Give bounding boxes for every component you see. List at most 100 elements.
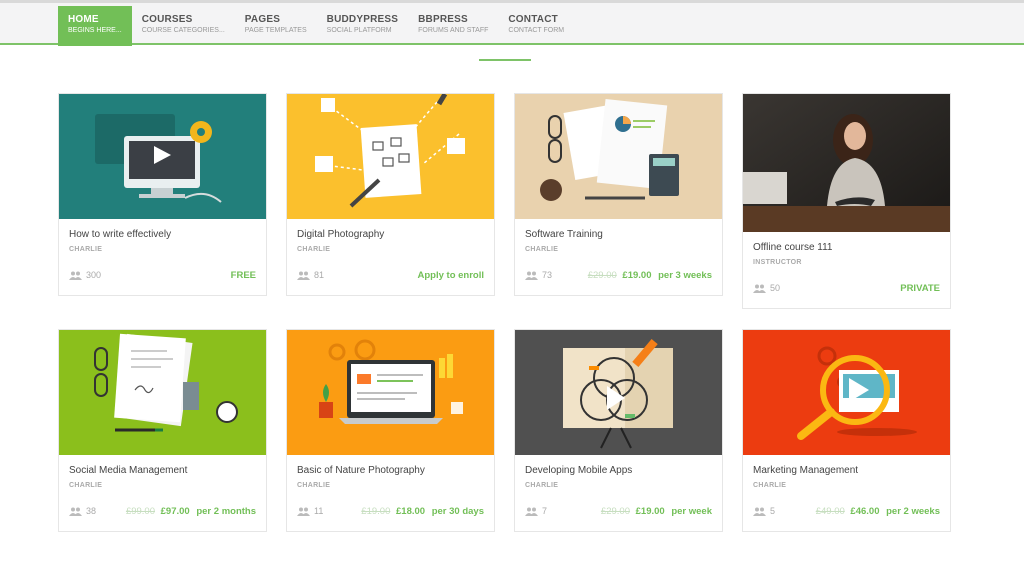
course-price: £99.00 £97.00 per 2 months — [126, 506, 256, 517]
course-thumbnail[interactable] — [287, 94, 494, 219]
course-title[interactable]: Developing Mobile Apps — [525, 465, 712, 476]
student-count-value: 81 — [314, 270, 325, 280]
course-card[interactable]: Marketing Management CHARLIE 5 £49.00 £4… — [742, 329, 951, 532]
original-price: £49.00 — [815, 505, 845, 517]
paper-glasses-illustration — [59, 330, 266, 455]
price-period: per 2 weeks — [886, 505, 940, 517]
course-meta: 11 £19.00 £18.00 per 30 days — [297, 504, 484, 518]
course-title[interactable]: Offline course 111 — [753, 242, 940, 253]
nav-item-buddypress[interactable]: BUDDYPRESS SOCIAL PLATFORM — [317, 6, 408, 46]
course-card[interactable]: Social Media Management CHARLIE 38 £99.0… — [58, 329, 267, 532]
student-count: 50 — [753, 283, 780, 293]
private-label: PRIVATE — [900, 282, 940, 294]
course-card[interactable]: Basic of Nature Photography CHARLIE 11 £… — [286, 329, 495, 532]
course-author[interactable]: CHARLIE — [297, 482, 484, 489]
course-card[interactable]: Offline course 111 INSTRUCTOR 50 PRIVATE — [742, 93, 951, 309]
course-meta: 81 Apply to enroll — [297, 268, 484, 282]
student-count: 38 — [69, 506, 96, 516]
sale-price: £97.00 — [160, 505, 190, 517]
course-meta: 5 £49.00 £46.00 per 2 weeks — [753, 504, 940, 518]
nav-subtitle: FORUMS AND STAFF — [418, 27, 489, 34]
nav-label: CONTACT — [508, 14, 558, 25]
sale-price: £19.00 — [635, 505, 665, 517]
students-icon — [525, 507, 538, 516]
student-count: 300 — [69, 270, 101, 280]
course-author[interactable]: CHARLIE — [525, 482, 712, 489]
course-title[interactable]: Software Training — [525, 229, 712, 240]
price-period: per week — [671, 505, 712, 517]
easel-venn-illustration — [515, 330, 722, 455]
sale-price: £18.00 — [396, 505, 426, 517]
students-icon — [753, 284, 766, 293]
nav-subtitle: PAGE TEMPLATES — [244, 27, 307, 34]
course-card[interactable]: How to write effectively CHARLIE 300 FRE… — [58, 93, 267, 296]
woman-tablet-photo — [743, 94, 950, 232]
nav-item-courses[interactable]: COURSES COURSE CATEGORIES... — [132, 6, 235, 46]
course-price: £29.00 £19.00 per 3 weeks — [588, 270, 712, 281]
course-title[interactable]: Social Media Management — [69, 465, 256, 476]
students-icon — [69, 271, 82, 280]
course-author[interactable]: CHARLIE — [753, 482, 940, 489]
students-icon — [525, 271, 538, 280]
course-thumbnail[interactable] — [59, 94, 266, 219]
students-icon — [297, 271, 310, 280]
nav-subtitle: BEGINS HERE... — [68, 27, 122, 34]
original-price: £19.00 — [361, 505, 391, 517]
course-meta: 73 £29.00 £19.00 per 3 weeks — [525, 268, 712, 282]
original-price: £99.00 — [125, 505, 155, 517]
course-title[interactable]: Digital Photography — [297, 229, 484, 240]
apply-to-enroll-link[interactable]: Apply to enroll — [418, 270, 485, 281]
course-thumbnail[interactable] — [515, 330, 722, 455]
course-title[interactable]: Marketing Management — [753, 465, 940, 476]
course-meta: 7 £29.00 £19.00 per week — [525, 504, 712, 518]
student-count: 81 — [297, 270, 324, 280]
student-count: 11 — [297, 506, 323, 516]
course-card[interactable]: Digital Photography CHARLIE 81 Apply to … — [286, 93, 495, 296]
course-card[interactable]: Developing Mobile Apps CHARLIE 7 £29.00 … — [514, 329, 723, 532]
course-price: PRIVATE — [900, 283, 940, 294]
nav-item-contact[interactable]: CONTACT CONTACT FORM — [498, 6, 574, 46]
sketch-diagram-illustration — [287, 94, 494, 219]
laptop-code-illustration — [287, 330, 494, 455]
price-period: per 2 months — [196, 505, 256, 517]
student-count-value: 7 — [542, 506, 548, 516]
course-thumbnail[interactable] — [743, 330, 950, 455]
course-meta: 300 FREE — [69, 268, 256, 282]
course-title[interactable]: Basic of Nature Photography — [297, 465, 484, 476]
course-meta: 38 £99.00 £97.00 per 2 months — [69, 504, 256, 518]
sale-price: £19.00 — [622, 269, 652, 281]
nav-item-home[interactable]: HOME BEGINS HERE... — [58, 6, 132, 46]
students-icon — [753, 507, 766, 516]
nav-item-bbpress[interactable]: BBPRESS FORUMS AND STAFF — [408, 6, 498, 46]
course-thumbnail[interactable] — [287, 330, 494, 455]
course-price[interactable]: Apply to enroll — [418, 270, 485, 281]
course-card[interactable]: Software Training CHARLIE 73 £29.00 £19.… — [514, 93, 723, 296]
students-icon — [69, 507, 82, 516]
course-author[interactable]: CHARLIE — [525, 246, 712, 253]
student-count: 73 — [525, 270, 552, 280]
course-author[interactable]: INSTRUCTOR — [753, 259, 940, 266]
nav-subtitle: CONTACT FORM — [508, 27, 565, 34]
student-count-value: 38 — [86, 506, 97, 516]
course-author[interactable]: CHARLIE — [297, 246, 484, 253]
original-price: £29.00 — [587, 269, 617, 281]
monitor-gear-illustration — [59, 94, 266, 219]
price-value: FREE — [230, 269, 256, 281]
desk-documents-illustration — [515, 94, 722, 219]
sale-price: £46.00 — [850, 505, 880, 517]
course-thumbnail[interactable] — [743, 94, 950, 232]
course-thumbnail[interactable] — [59, 330, 266, 455]
course-author[interactable]: CHARLIE — [69, 482, 256, 489]
main-menu: HOME BEGINS HERE... COURSES COURSE CATEG… — [58, 6, 574, 46]
top-navigation-bar: HOME BEGINS HERE... COURSES COURSE CATEG… — [0, 0, 1024, 46]
original-price: £29.00 — [600, 505, 630, 517]
course-title[interactable]: How to write effectively — [69, 229, 256, 240]
student-count-value: 5 — [770, 506, 776, 516]
nav-label: HOME — [68, 14, 99, 25]
student-count-value: 50 — [770, 283, 781, 293]
nav-item-pages[interactable]: PAGES PAGE TEMPLATES — [235, 6, 317, 46]
price-period: per 3 weeks — [658, 269, 712, 281]
nav-label: BBPRESS — [418, 14, 468, 25]
course-author[interactable]: CHARLIE — [69, 246, 256, 253]
course-thumbnail[interactable] — [515, 94, 722, 219]
